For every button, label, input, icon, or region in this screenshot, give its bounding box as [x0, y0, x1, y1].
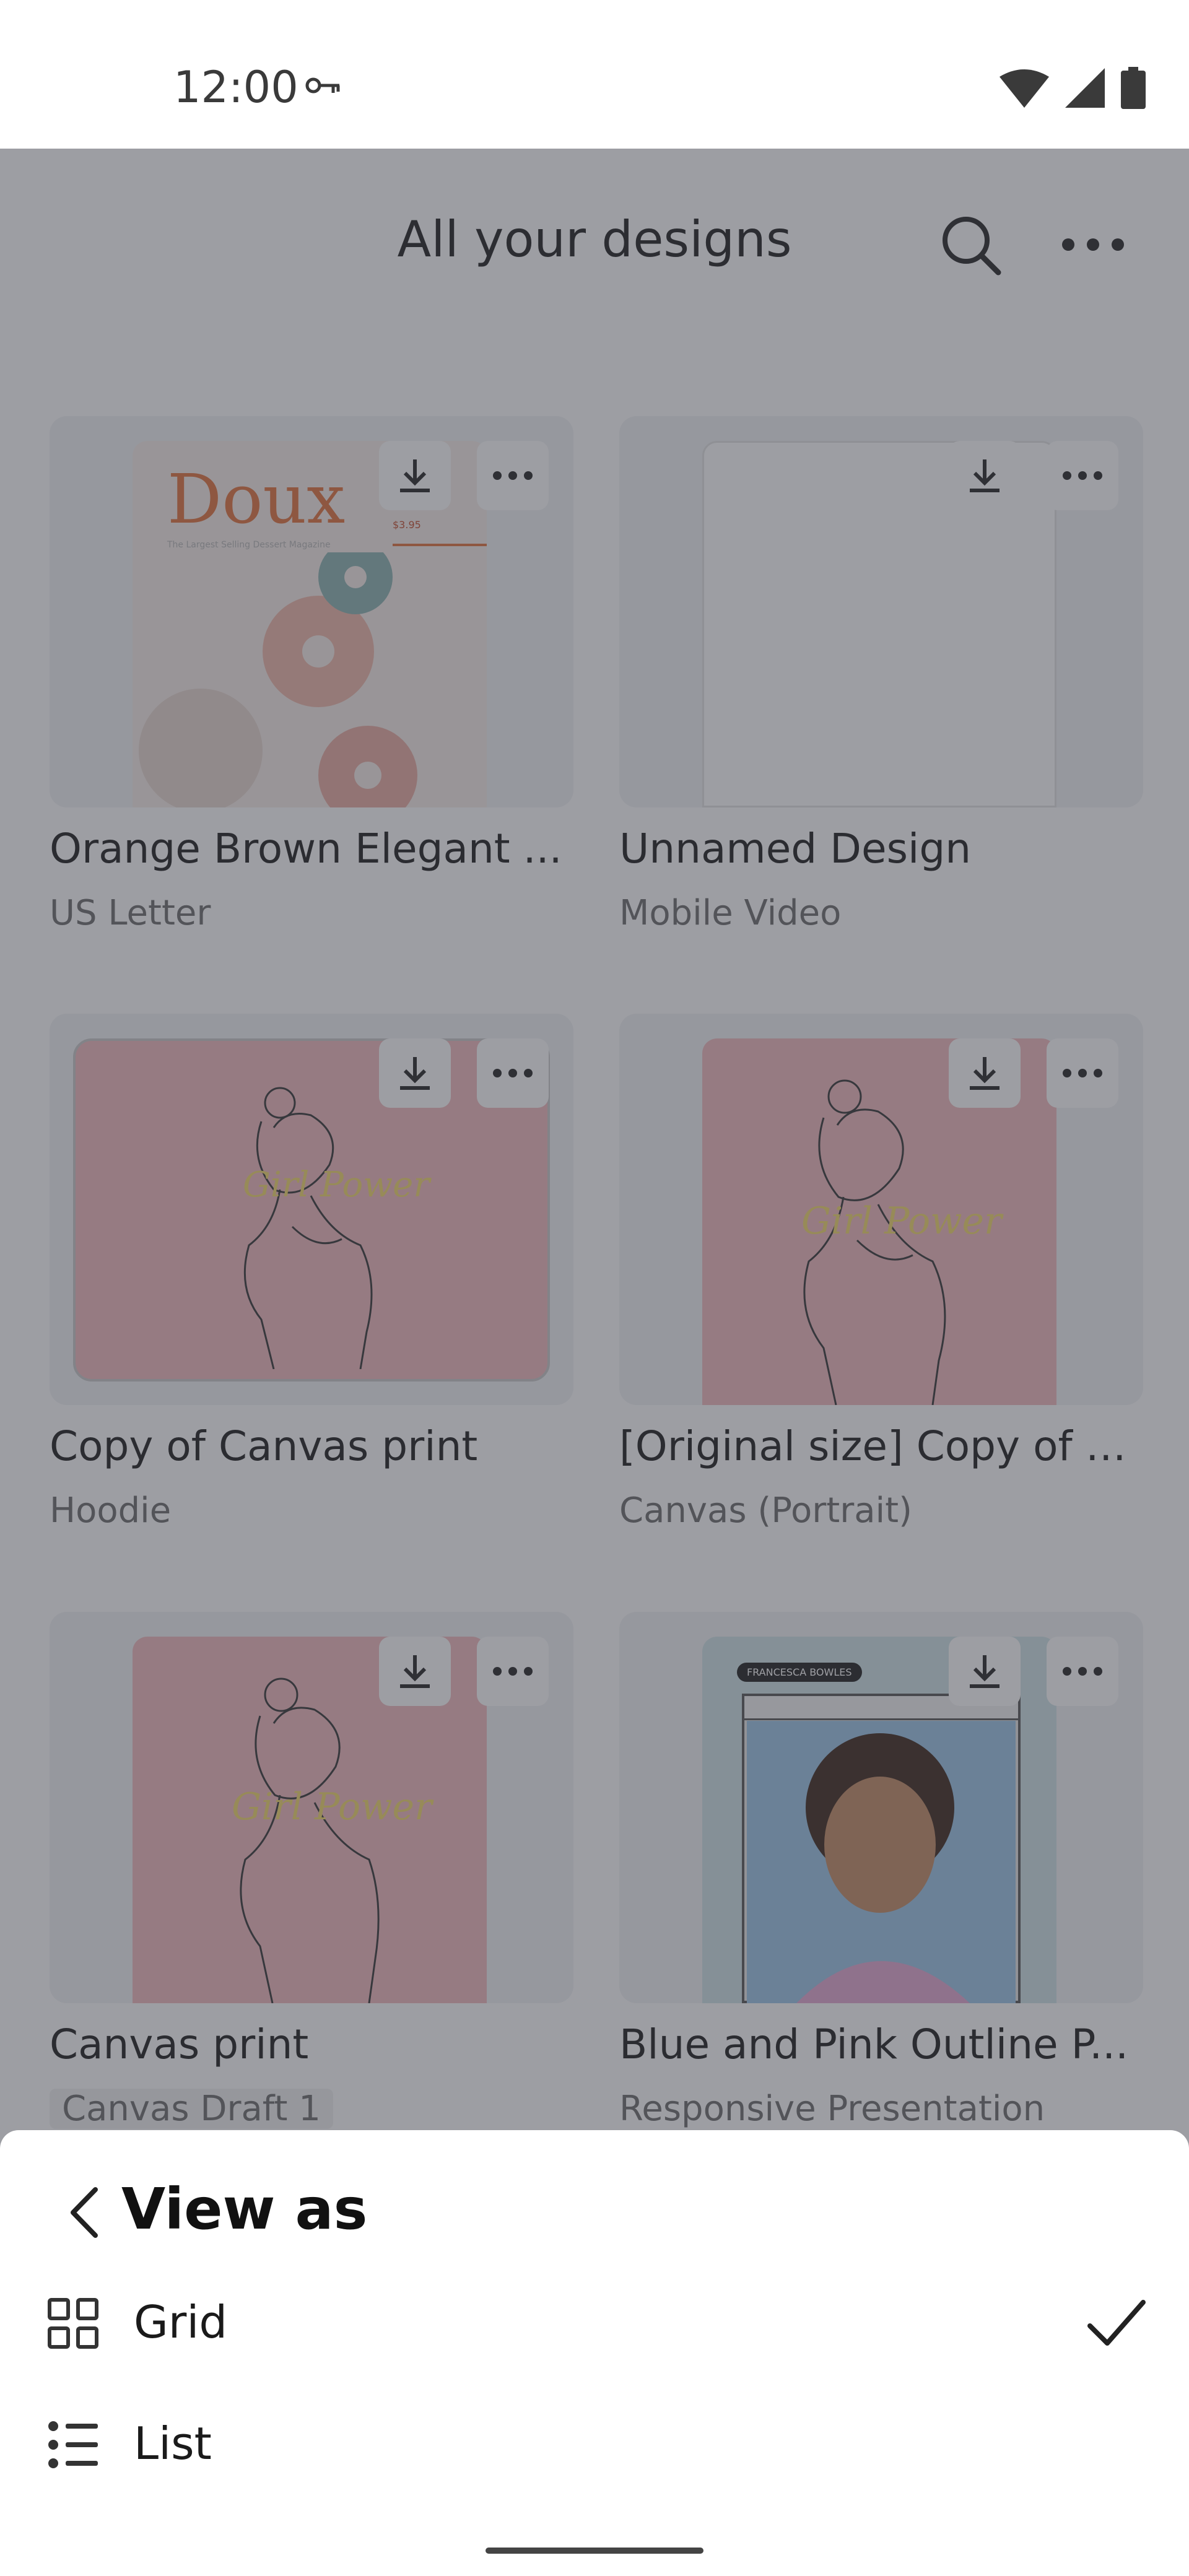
view-option-grid[interactable]: Grid	[0, 2266, 1189, 2378]
gesture-home-bar[interactable]	[486, 2548, 703, 2554]
status-time: 12:00	[173, 62, 298, 113]
list-icon	[48, 2421, 98, 2468]
vpn-key-icon	[305, 77, 340, 94]
view-option-label: Grid	[134, 2296, 228, 2348]
view-option-label: List	[134, 2417, 212, 2469]
cell-signal-icon	[1065, 68, 1105, 108]
battery-icon	[1121, 67, 1146, 109]
grid-icon	[48, 2298, 98, 2349]
checkmark-icon	[1087, 2300, 1146, 2346]
wifi-icon	[1000, 69, 1049, 108]
view-option-list[interactable]: List	[0, 2388, 1189, 2499]
chevron-left-icon[interactable]	[59, 2178, 109, 2247]
view-as-sheet: View as Grid List	[0, 2130, 1189, 2576]
sheet-title: View as	[121, 2176, 368, 2242]
status-bar: 12:00	[0, 0, 1189, 149]
